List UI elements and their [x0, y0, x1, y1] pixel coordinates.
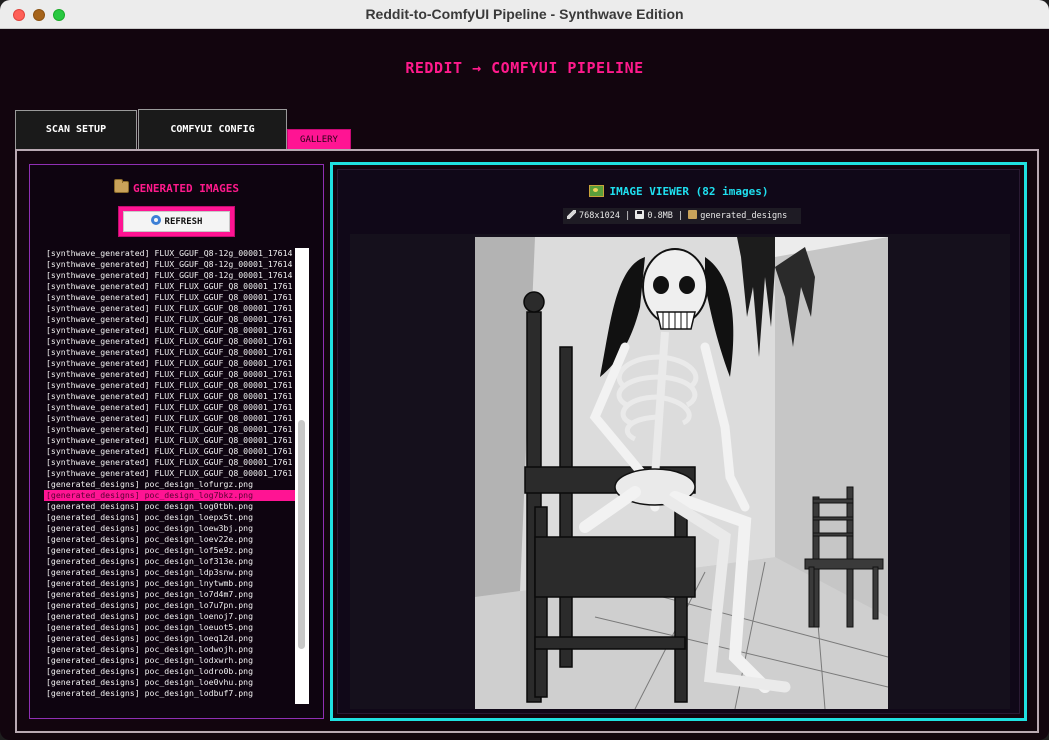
- meta-separator: |: [678, 211, 684, 221]
- file-list-item[interactable]: [generated_designs] poc_design_loenoj7.p…: [44, 611, 296, 622]
- file-list-item[interactable]: [synthwave_generated] FLUX_GGUF_Q8-12g_0…: [44, 248, 296, 259]
- file-list-item-selected[interactable]: [generated_designs] poc_design_log7bkz.p…: [44, 490, 296, 501]
- file-list-item[interactable]: [synthwave_generated] FLUX_FLUX_GGUF_Q8_…: [44, 424, 296, 435]
- title-bar: Reddit-to-ComfyUI Pipeline - Synthwave E…: [0, 0, 1049, 29]
- file-list-item[interactable]: [synthwave_generated] FLUX_FLUX_GGUF_Q8_…: [44, 402, 296, 413]
- image-dimensions: 768x1024: [579, 211, 620, 221]
- refresh-icon: [150, 215, 161, 225]
- file-list-item[interactable]: [generated_designs] poc_design_lo7d4m7.p…: [44, 589, 296, 600]
- image-meta-bar: 768x1024 | 0.8MB | generated_designs: [563, 208, 801, 224]
- file-list-item[interactable]: [synthwave_generated] FLUX_FLUX_GGUF_Q8_…: [44, 292, 296, 303]
- file-list-item[interactable]: [generated_designs] poc_design_loeq12d.p…: [44, 633, 296, 644]
- image-canvas: [350, 234, 1010, 709]
- window-title: Reddit-to-ComfyUI Pipeline - Synthwave E…: [365, 6, 684, 22]
- file-list-scrollbar[interactable]: [295, 248, 309, 704]
- file-list-item[interactable]: [synthwave_generated] FLUX_FLUX_GGUF_Q8_…: [44, 457, 296, 468]
- image-viewer-title: IMAGE VIEWER (82 images): [609, 185, 769, 198]
- file-list-item[interactable]: [generated_designs] poc_design_loew3bj.p…: [44, 523, 296, 534]
- file-list-item[interactable]: [synthwave_generated] FLUX_FLUX_GGUF_Q8_…: [44, 336, 296, 347]
- file-list-item[interactable]: [generated_designs] poc_design_lof5e9z.p…: [44, 545, 296, 556]
- file-list-item[interactable]: [synthwave_generated] FLUX_FLUX_GGUF_Q8_…: [44, 446, 296, 457]
- file-list-item[interactable]: [generated_designs] poc_design_lo7u7pn.p…: [44, 600, 296, 611]
- floppy-disk-icon: [635, 210, 645, 219]
- folder-icon: [114, 179, 130, 193]
- file-list-item[interactable]: [synthwave_generated] FLUX_FLUX_GGUF_Q8_…: [44, 314, 296, 325]
- file-list-item[interactable]: [synthwave_generated] FLUX_FLUX_GGUF_Q8_…: [44, 435, 296, 446]
- generated-images-title: GENERATED IMAGES: [133, 182, 239, 195]
- skeleton-chair-image: [475, 237, 888, 709]
- file-list-item[interactable]: [generated_designs] poc_design_loev22e.p…: [44, 534, 296, 545]
- tab-gallery[interactable]: GALLERY: [287, 129, 351, 150]
- file-list-item[interactable]: [generated_designs] poc_design_lodxwrh.p…: [44, 655, 296, 666]
- file-list-item[interactable]: [synthwave_generated] FLUX_GGUF_Q8-12g_0…: [44, 259, 296, 270]
- scrollbar-thumb[interactable]: [298, 420, 305, 649]
- file-list-item[interactable]: [generated_designs] poc_design_log0tbh.p…: [44, 501, 296, 512]
- app-title: REDDIT → COMFYUI PIPELINE: [405, 59, 644, 77]
- file-listbox[interactable]: [synthwave_generated] FLUX_GGUF_Q8-12g_0…: [44, 248, 296, 704]
- picture-icon: [588, 185, 604, 197]
- refresh-button[interactable]: REFRESH: [118, 206, 235, 237]
- image-folder: generated_designs: [700, 211, 788, 221]
- tab-scan-setup[interactable]: SCAN SETUP: [15, 110, 137, 149]
- file-list-item[interactable]: [synthwave_generated] FLUX_FLUX_GGUF_Q8_…: [44, 468, 296, 479]
- file-list-item[interactable]: [synthwave_generated] FLUX_FLUX_GGUF_Q8_…: [44, 281, 296, 292]
- app-window: Reddit-to-ComfyUI Pipeline - Synthwave E…: [0, 0, 1049, 740]
- file-list-item[interactable]: [generated_designs] poc_design_lodwojh.p…: [44, 644, 296, 655]
- image-file-size: 0.8MB: [647, 211, 673, 221]
- file-list-item[interactable]: [generated_designs] poc_design_lodro0b.p…: [44, 666, 296, 677]
- refresh-label: REFRESH: [164, 217, 203, 227]
- file-list-item[interactable]: [generated_designs] poc_design_lnytwmb.p…: [44, 578, 296, 589]
- generated-images-panel: GENERATED IMAGES REFRESH [synthwave_gene…: [29, 164, 324, 719]
- file-list-item[interactable]: [generated_designs] poc_design_loe0vhu.p…: [44, 677, 296, 688]
- folder-icon: [688, 210, 698, 219]
- file-list-item[interactable]: [generated_designs] poc_design_lodbuf7.p…: [44, 688, 296, 699]
- file-list-item[interactable]: [synthwave_generated] FLUX_FLUX_GGUF_Q8_…: [44, 358, 296, 369]
- image-viewer-panel: IMAGE VIEWER (82 images) 768x1024 | 0.8M…: [330, 162, 1027, 721]
- image-viewer-header: IMAGE VIEWER (82 images): [338, 185, 1019, 198]
- generated-images-header: GENERATED IMAGES: [30, 179, 323, 195]
- file-list-item[interactable]: [synthwave_generated] FLUX_FLUX_GGUF_Q8_…: [44, 413, 296, 424]
- ruler-icon: [567, 210, 576, 219]
- file-list-item[interactable]: [generated_designs] poc_design_ldp3snw.p…: [44, 567, 296, 578]
- file-list-item[interactable]: [generated_designs] poc_design_lof313e.p…: [44, 556, 296, 567]
- file-list-item[interactable]: [synthwave_generated] FLUX_FLUX_GGUF_Q8_…: [44, 347, 296, 358]
- file-list-item[interactable]: [synthwave_generated] FLUX_FLUX_GGUF_Q8_…: [44, 325, 296, 336]
- tab-comfyui-config[interactable]: COMFYUI CONFIG: [138, 109, 287, 149]
- image-viewer-inner: IMAGE VIEWER (82 images) 768x1024 | 0.8M…: [337, 169, 1020, 714]
- file-list-item[interactable]: [generated_designs] poc_design_lofurgz.p…: [44, 479, 296, 490]
- file-list-item[interactable]: [synthwave_generated] FLUX_FLUX_GGUF_Q8_…: [44, 303, 296, 314]
- file-list-item[interactable]: [synthwave_generated] FLUX_FLUX_GGUF_Q8_…: [44, 391, 296, 402]
- file-list-item[interactable]: [synthwave_generated] FLUX_GGUF_Q8-12g_0…: [44, 270, 296, 281]
- file-list-item[interactable]: [synthwave_generated] FLUX_FLUX_GGUF_Q8_…: [44, 380, 296, 391]
- file-list-item[interactable]: [synthwave_generated] FLUX_FLUX_GGUF_Q8_…: [44, 369, 296, 380]
- meta-separator: |: [625, 211, 631, 221]
- refresh-button-face[interactable]: REFRESH: [123, 211, 230, 232]
- file-list-item[interactable]: [generated_designs] poc_design_loepx5t.p…: [44, 512, 296, 523]
- preview-image: [475, 237, 888, 709]
- file-list-item[interactable]: [generated_designs] poc_design_loeuot5.p…: [44, 622, 296, 633]
